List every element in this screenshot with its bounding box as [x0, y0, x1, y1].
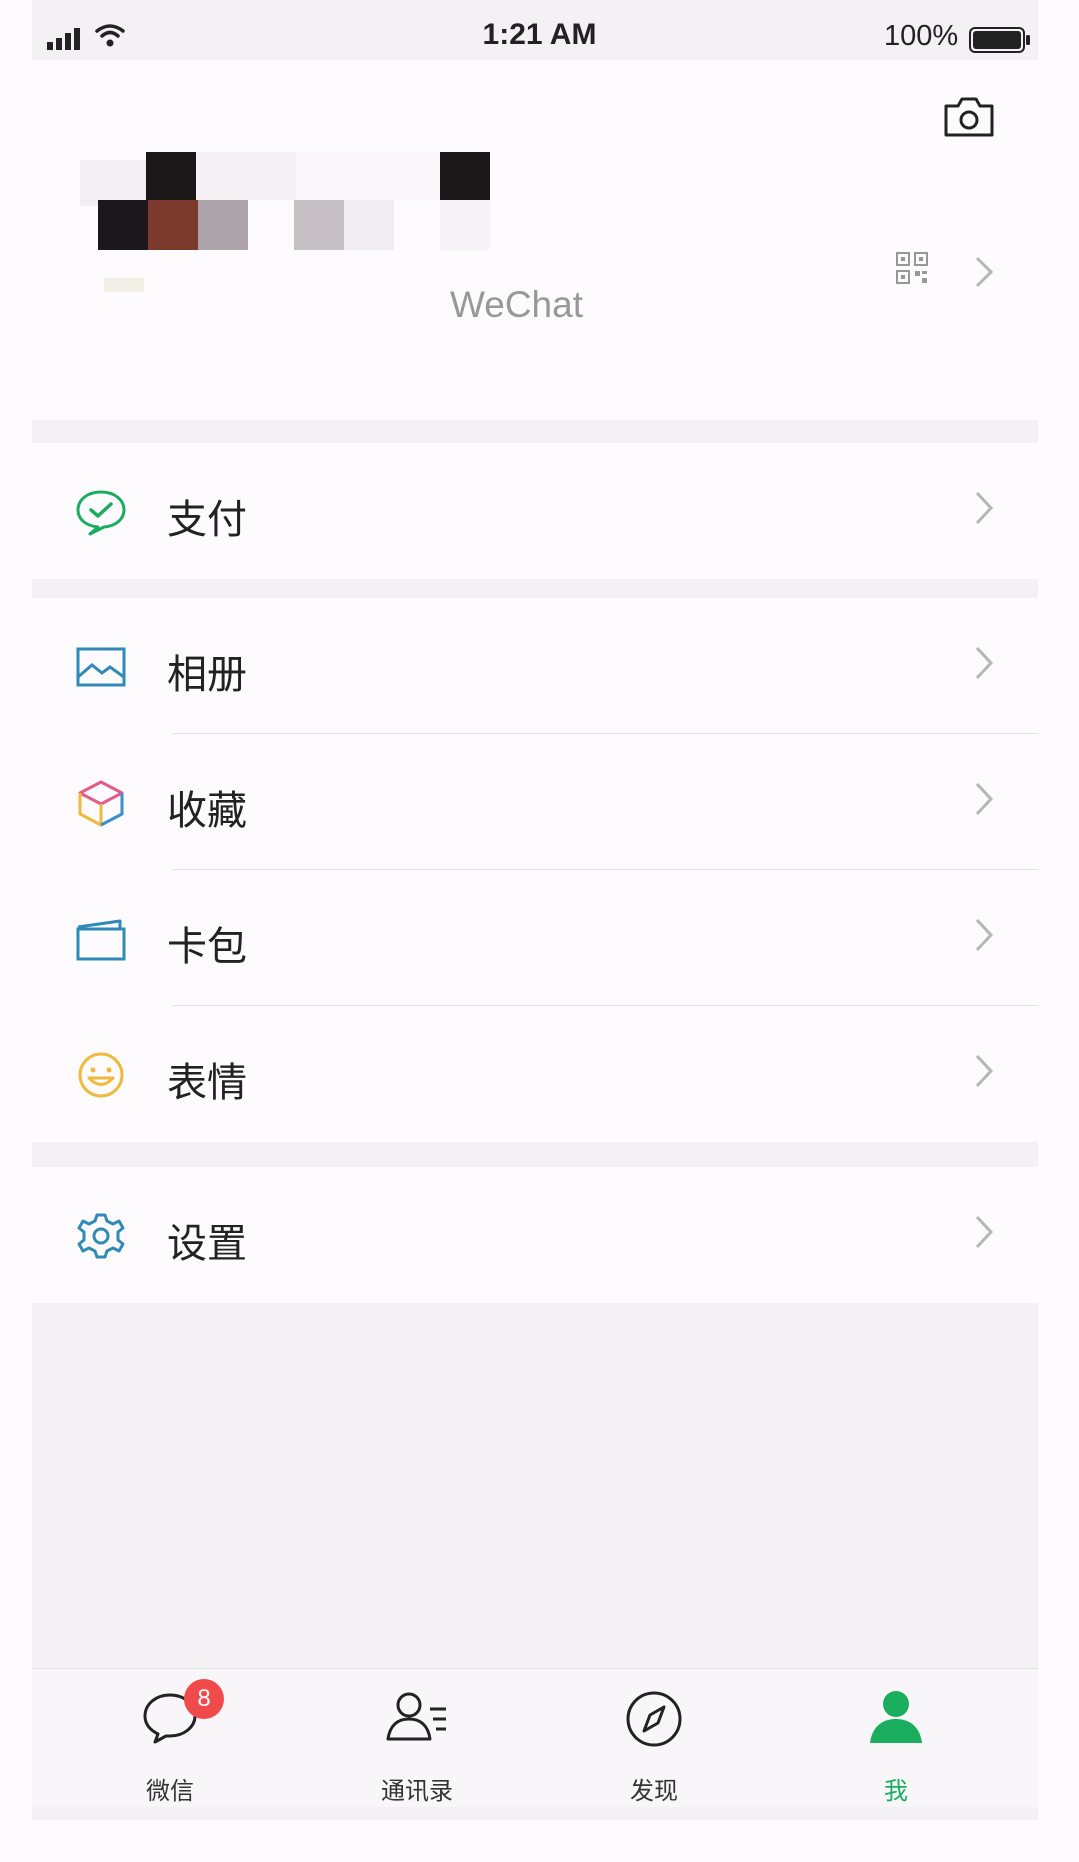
chevron-right-icon: [975, 918, 994, 952]
profile-card[interactable]: WeChat: [32, 60, 1038, 420]
pay-group: 支付: [32, 443, 1038, 579]
menu-item-album[interactable]: 相册: [32, 598, 1038, 734]
settings-group: 设置: [32, 1167, 1038, 1303]
smiley-face-icon: [78, 1052, 124, 1098]
menu-item-cards[interactable]: 卡包: [32, 870, 1038, 1006]
stickers-label: 表情: [167, 1060, 247, 1106]
wechat-id-label: WeChat: [450, 284, 583, 325]
wechat-pay-icon: [76, 490, 126, 536]
favorites-cube-icon: [78, 780, 124, 827]
battery-percentage: 100%: [884, 20, 959, 52]
tab-chats[interactable]: 8 微信: [90, 1669, 250, 1807]
tab-bar: 8 微信 通讯录 发现 我: [32, 1668, 1038, 1807]
album-label: 相册: [167, 652, 247, 698]
tab-contacts[interactable]: 通讯录: [337, 1669, 497, 1807]
chevron-right-icon: [975, 646, 994, 680]
album-icon: [76, 647, 126, 687]
battery-icon: [969, 27, 1030, 53]
tab-discover[interactable]: 发现: [574, 1669, 734, 1807]
qr-code-icon[interactable]: [896, 252, 928, 284]
gear-icon: [77, 1213, 125, 1259]
tab-label: 通讯录: [381, 1777, 453, 1805]
favorites-label: 收藏: [167, 788, 247, 834]
tab-label: 发现: [630, 1777, 678, 1805]
tab-me[interactable]: 我: [816, 1669, 976, 1807]
cards-label: 卡包: [167, 924, 247, 970]
card-wallet-icon: [76, 919, 126, 961]
menu-item-settings[interactable]: 设置: [32, 1167, 1038, 1303]
media-group: 相册 收藏 卡包 表情: [32, 598, 1038, 1142]
person-icon: [870, 1691, 922, 1743]
chevron-right-icon: [975, 256, 994, 288]
chevron-right-icon: [975, 782, 994, 816]
menu-item-pay[interactable]: 支付: [32, 443, 1038, 579]
unread-badge: 8: [184, 1679, 224, 1719]
menu-item-stickers[interactable]: 表情: [32, 1006, 1038, 1142]
chevron-right-icon: [975, 1054, 994, 1088]
menu-item-favorites[interactable]: 收藏: [32, 734, 1038, 870]
tab-label: 我: [884, 1777, 908, 1805]
settings-label: 设置: [167, 1221, 247, 1267]
camera-icon[interactable]: [943, 96, 995, 138]
chevron-right-icon: [975, 491, 994, 525]
tab-label: 微信: [146, 1777, 194, 1805]
contacts-icon: [386, 1692, 446, 1741]
pay-label: 支付: [167, 497, 247, 543]
chevron-right-icon: [975, 1215, 994, 1249]
compass-icon: [626, 1691, 682, 1747]
